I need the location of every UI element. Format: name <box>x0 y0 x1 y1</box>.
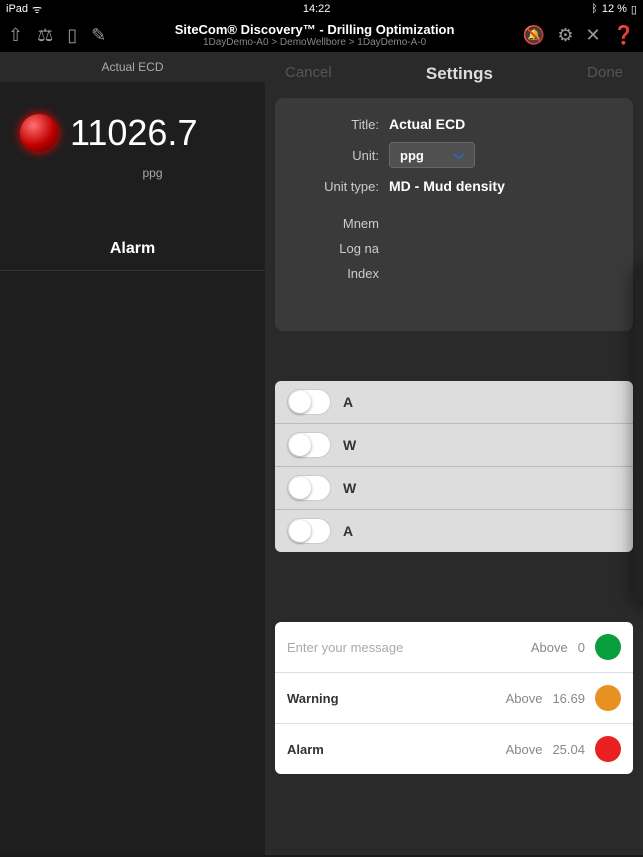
index-label: Index <box>289 266 389 281</box>
alert-row[interactable]: Alarm Above 25.04 <box>275 724 633 774</box>
alert-list: Enter your message Above 0 Warning Above 16.6… <box>275 622 633 774</box>
toggle-label: W <box>343 480 356 496</box>
toggle-switch[interactable] <box>287 432 331 458</box>
gauge-unit: ppg <box>40 166 265 180</box>
alert-row[interactable]: Warning Above 16.69 <box>275 673 633 724</box>
no-signal-icon[interactable]: ✕ <box>585 25 600 46</box>
toggle-row: W <box>275 467 633 510</box>
toggle-label: W <box>343 437 356 453</box>
app-title: SiteCom® Discovery™ - Drilling Optimizat… <box>106 22 523 37</box>
status-bar: iPad ᯤ 14:22 ᛒ 12 % ▯ <box>0 0 643 18</box>
alert-condition: Above <box>531 640 568 655</box>
toggle-switch[interactable] <box>287 518 331 544</box>
unit-label: Unit: <box>289 148 389 163</box>
wifi-icon: ᯤ <box>32 2 42 17</box>
bell-icon[interactable]: 🔕 <box>523 25 545 46</box>
unit-select[interactable]: ppg ⌵ <box>389 142 475 168</box>
color-picker-popover: Cancel Select Color Done R: 0% G: 49% B:… <box>635 264 643 601</box>
alert-value: 0 <box>578 640 585 655</box>
scale-icon[interactable]: ⚖ <box>37 25 53 46</box>
title-value[interactable]: Actual ECD <box>389 116 465 132</box>
title-label: Title: <box>289 117 389 132</box>
book-icon[interactable]: ▯ <box>67 25 77 46</box>
share-icon[interactable]: ⇧ <box>8 25 23 46</box>
alert-name: Warning <box>287 691 339 706</box>
alarm-status: Alarm <box>0 240 265 271</box>
alert-value: 16.69 <box>552 691 585 706</box>
alert-name: Alarm <box>287 742 324 757</box>
alert-condition: Above <box>506 742 543 757</box>
color-dot[interactable] <box>595 634 621 660</box>
unit-type-value: MD - Mud density <box>389 178 505 194</box>
toggle-row: W <box>275 424 633 467</box>
alert-placeholder[interactable]: Enter your message <box>287 640 403 655</box>
unit-value: ppg <box>400 148 424 163</box>
gear-icon[interactable]: ⚙ <box>557 25 573 46</box>
unit-type-label: Unit type: <box>289 179 389 194</box>
settings-cancel-button[interactable]: Cancel <box>285 64 332 84</box>
alert-value: 25.04 <box>552 742 585 757</box>
logname-label: Log na <box>289 241 389 256</box>
settings-panel: Cancel Settings Done Title: Actual ECD U… <box>265 52 643 855</box>
help-icon[interactable]: ❓ <box>613 25 635 46</box>
toggle-row: A <box>275 381 633 424</box>
toggle-switch[interactable] <box>287 389 331 415</box>
clock: 14:22 <box>303 3 331 15</box>
chevron-down-icon: ⌵ <box>454 147 464 163</box>
toggle-switch[interactable] <box>287 475 331 501</box>
gauge-title: Actual ECD <box>0 52 265 82</box>
toggle-row: A <box>275 510 633 552</box>
alarm-led-icon <box>20 114 58 152</box>
alert-condition: Above <box>506 691 543 706</box>
breadcrumb[interactable]: 1DayDemo-A0 > DemoWellbore > 1DayDemo-A-… <box>106 37 523 48</box>
settings-form: Title: Actual ECD Unit: ppg ⌵ Unit type:… <box>275 98 633 331</box>
gauge-widget[interactable]: 11026.7 <box>0 82 265 174</box>
color-dot[interactable] <box>595 736 621 762</box>
device-label: iPad <box>6 3 28 15</box>
app-header: ⇧ ⚖ ▯ ✎ SiteCom® Discovery™ - Drilling O… <box>0 18 643 52</box>
battery-label: 12 % <box>602 3 627 15</box>
edit-icon[interactable]: ✎ <box>91 25 106 46</box>
alert-row[interactable]: Enter your message Above 0 <box>275 622 633 673</box>
color-dot[interactable] <box>595 685 621 711</box>
toggle-label: A <box>343 394 353 410</box>
bluetooth-icon: ᛒ <box>591 3 598 15</box>
gauge-panel: Actual ECD 11026.7 ppg Alarm <box>0 52 265 855</box>
settings-title: Settings <box>426 64 493 84</box>
gauge-value: 11026.7 <box>70 112 197 154</box>
toggle-list: A W W A <box>275 381 633 552</box>
mnemonic-label: Mnem <box>289 216 389 231</box>
settings-done-button[interactable]: Done <box>587 64 623 84</box>
battery-icon: ▯ <box>631 3 637 16</box>
toggle-label: A <box>343 523 353 539</box>
